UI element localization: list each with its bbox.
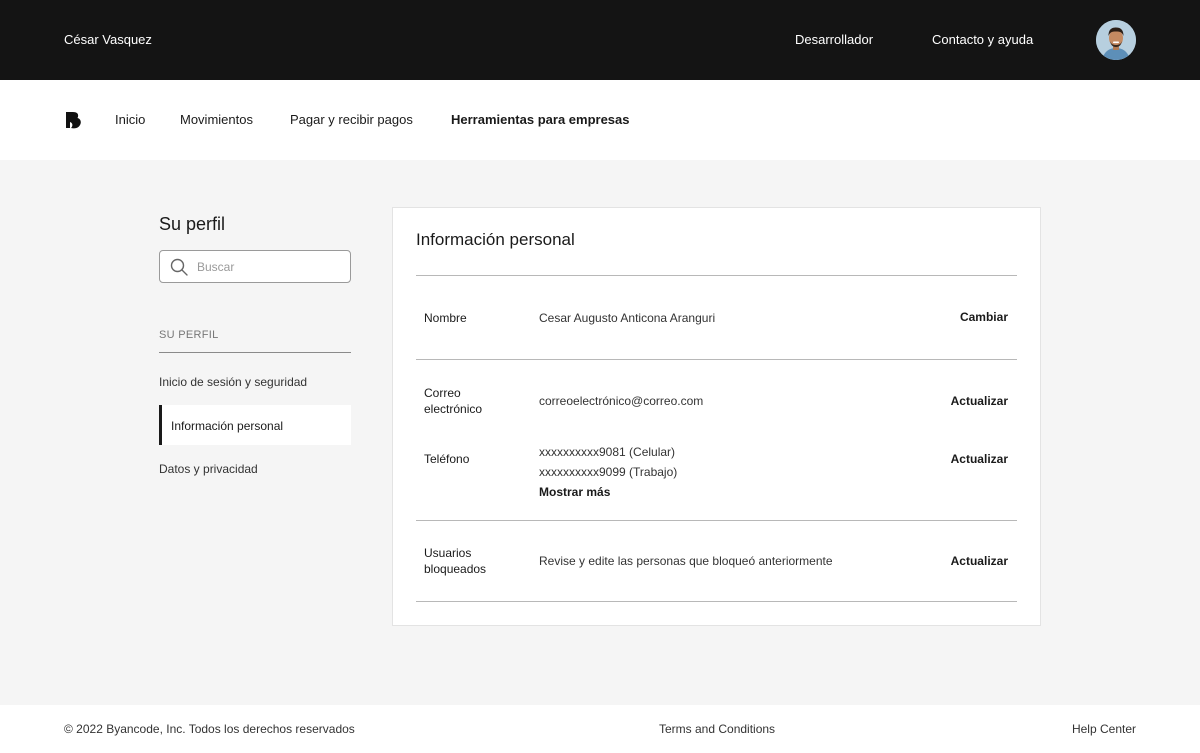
search-input[interactable] xyxy=(197,258,342,276)
top-bar: César Vasquez Desarrollador Contacto y a… xyxy=(0,0,1200,80)
update-blocked-button[interactable]: Actualizar xyxy=(951,554,1008,568)
copyright-text: © 2022 Byancode, Inc. Todos los derechos… xyxy=(64,722,355,736)
nav-item-inicio[interactable]: Inicio xyxy=(115,112,145,127)
divider xyxy=(416,520,1017,521)
email-label-line2: electrónico xyxy=(424,402,483,416)
divider xyxy=(416,601,1017,602)
nav-item-movimientos[interactable]: Movimientos xyxy=(180,112,253,127)
divider xyxy=(416,275,1017,276)
user-name: César Vasquez xyxy=(64,32,152,47)
phone-label: Teléfono xyxy=(424,452,470,466)
blocked-value: Revise y edite las personas que bloqueó … xyxy=(539,554,833,568)
divider xyxy=(416,359,1017,360)
sidebar-section-label: SU PERFIL xyxy=(159,329,219,341)
name-value: Cesar Augusto Anticona Aranguri xyxy=(539,311,716,325)
user-avatar-icon xyxy=(1096,20,1136,60)
sidebar-item-personal-info[interactable]: Información personal xyxy=(159,405,351,445)
contact-help-link[interactable]: Contacto y ayuda xyxy=(932,32,1033,47)
personal-info-card: Información personal Nombre Cesar August… xyxy=(392,207,1041,626)
name-label: Nombre xyxy=(424,311,467,325)
sidebar-divider xyxy=(159,352,351,353)
phone-value-work: xxxxxxxxxx9099 (Trabajo) xyxy=(539,465,678,479)
sidebar-item-label: Información personal xyxy=(171,419,284,433)
sidebar-item-security[interactable]: Inicio de sesión y seguridad xyxy=(159,375,307,389)
brand-logo-icon[interactable] xyxy=(64,110,84,130)
card-title: Información personal xyxy=(416,230,575,249)
nav-item-herramientas[interactable]: Herramientas para empresas xyxy=(451,112,630,127)
developer-link[interactable]: Desarrollador xyxy=(795,32,873,47)
terms-link[interactable]: Terms and Conditions xyxy=(659,722,775,736)
help-center-link[interactable]: Help Center xyxy=(1072,722,1136,736)
blocked-label-line1: Usuarios xyxy=(424,546,472,560)
search-box xyxy=(159,250,351,283)
email-value: correoelectrónico@correo.com xyxy=(539,394,704,408)
blocked-label-line2: bloqueados xyxy=(424,562,487,576)
update-phone-button[interactable]: Actualizar xyxy=(951,452,1008,466)
email-label-line1: Correo xyxy=(424,386,461,400)
update-email-button[interactable]: Actualizar xyxy=(951,394,1008,408)
nav-item-pagar[interactable]: Pagar y recibir pagos xyxy=(290,112,413,127)
sidebar-title: Su perfil xyxy=(159,214,226,234)
footer: © 2022 Byancode, Inc. Todos los derechos… xyxy=(0,705,1200,753)
change-name-button[interactable]: Cambiar xyxy=(960,310,1008,324)
avatar[interactable] xyxy=(1096,20,1136,60)
phone-value-mobile: xxxxxxxxxx9081 (Celular) xyxy=(539,445,676,459)
search-icon xyxy=(170,258,188,276)
sidebar-item-privacy[interactable]: Datos y privacidad xyxy=(159,462,258,476)
show-more-link[interactable]: Mostrar más xyxy=(539,482,610,502)
